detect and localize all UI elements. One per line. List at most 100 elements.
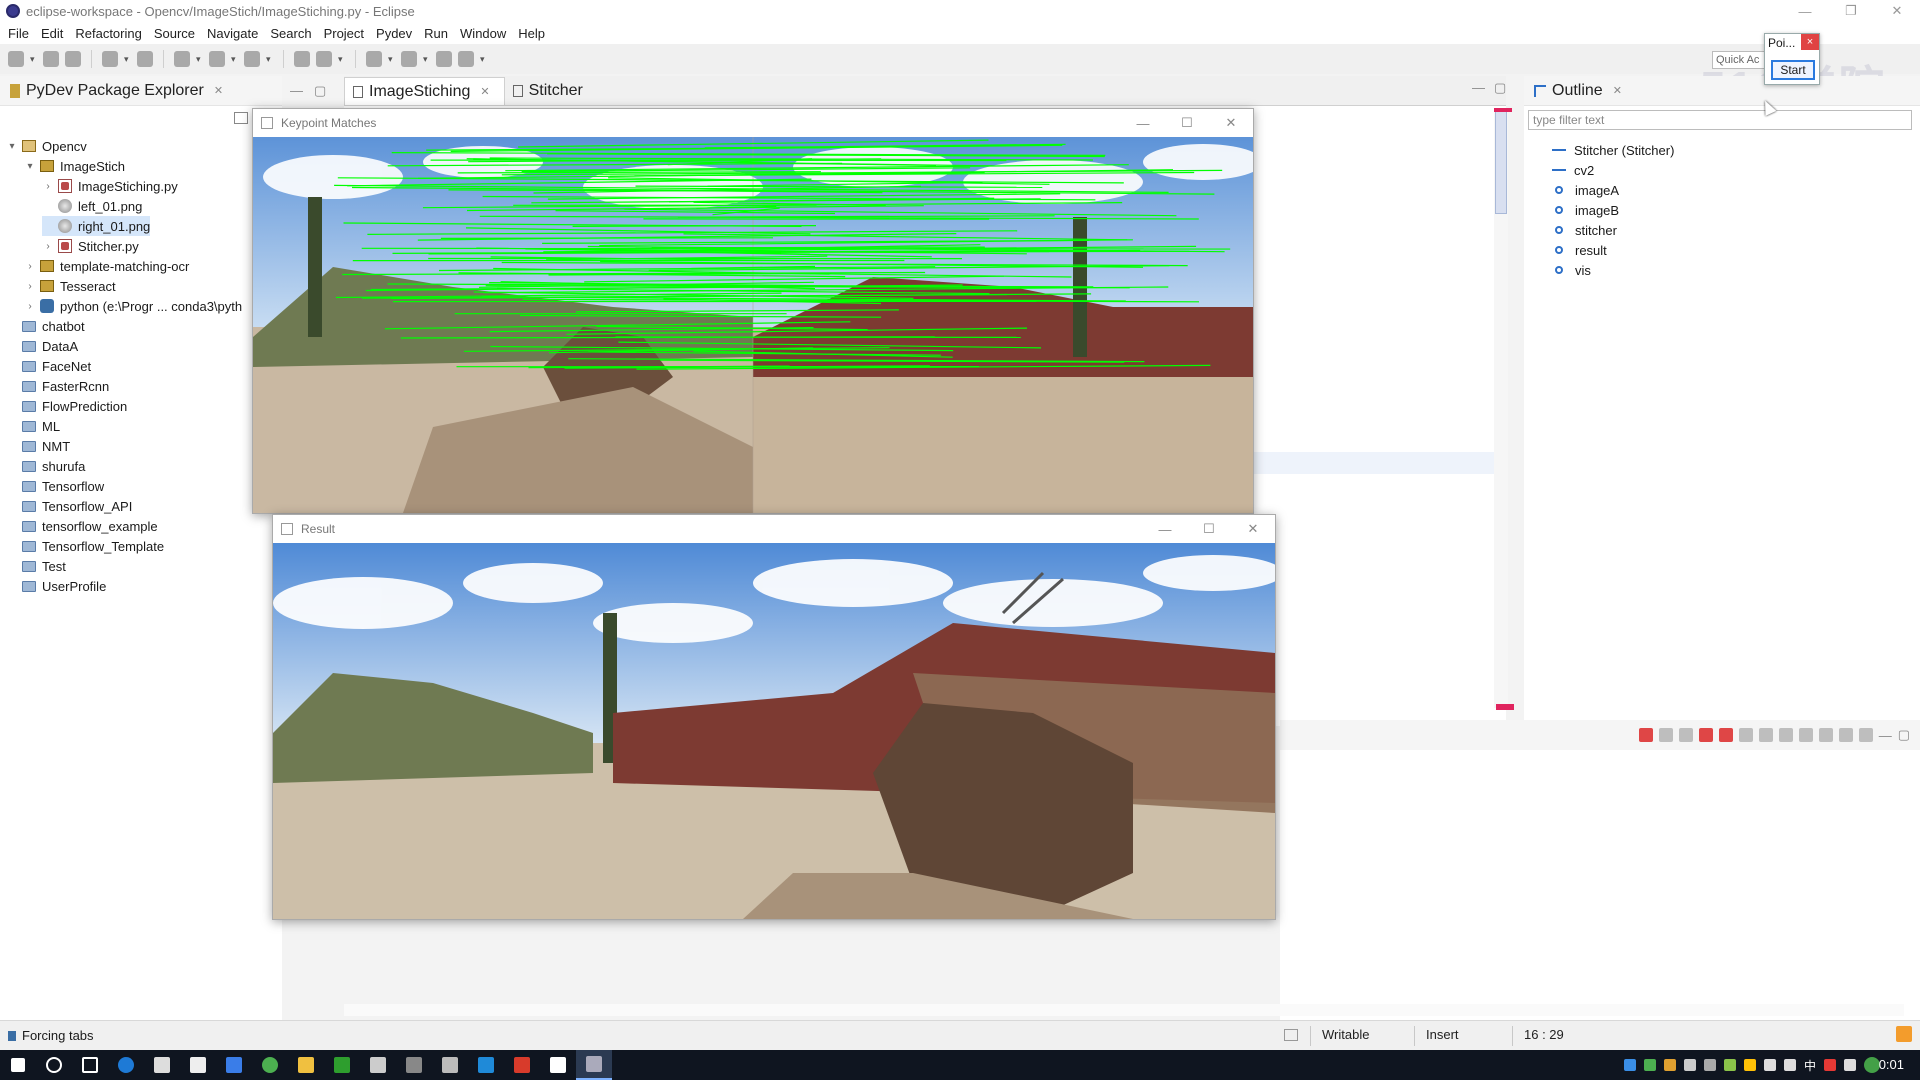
minimize-icon[interactable]: — [1121,109,1165,137]
brush-icon[interactable] [316,51,332,67]
taskbar-mail[interactable] [180,1050,216,1080]
close-icon[interactable]: ✕ [1231,515,1275,543]
chevron-down-icon[interactable]: ▾ [388,51,395,67]
tab-stitcher[interactable]: Stitcher [505,77,597,105]
pin-console-icon[interactable] [1798,728,1813,742]
menu-project[interactable]: Project [320,26,372,41]
tray-icon[interactable] [1623,1059,1636,1071]
expand-toggle-icon[interactable]: ▾ [6,141,18,152]
forward-icon[interactable] [458,51,474,67]
chevron-down-icon[interactable]: ▾ [266,51,273,67]
tree-item[interactable]: UserProfile [6,576,106,596]
start-button[interactable] [0,1050,36,1080]
close-icon[interactable]: ✕ [1209,109,1253,137]
window-titlebar[interactable]: Result [273,515,1275,543]
scrollbar-thumb[interactable] [1495,110,1507,214]
close-icon[interactable]: ✕ [1613,84,1622,97]
error-marker[interactable] [1496,704,1514,710]
notification-icon[interactable] [1896,1026,1912,1042]
expand-toggle-icon[interactable]: › [24,261,36,272]
taskbar-eclipse[interactable] [576,1050,612,1080]
tray-icon[interactable] [1824,1059,1836,1071]
remove-launch-icon[interactable] [1658,728,1673,742]
tree-item[interactable]: Tensorflow [6,476,104,496]
maximize-icon[interactable]: ☐ [1165,109,1209,137]
maximize-view-icon[interactable]: ▢ [314,83,326,99]
back-icon[interactable] [436,51,452,67]
package-icon[interactable] [137,51,153,67]
close-icon[interactable]: ✕ [1874,0,1920,22]
volume-icon[interactable] [1783,1059,1796,1071]
expand-toggle-icon[interactable]: ▾ [24,161,36,172]
outline-item[interactable]: cv2 [1552,160,1594,180]
tab-imagestiching[interactable]: ImageStiching ✕ [344,77,505,105]
filter-input[interactable]: type filter text [1528,110,1912,130]
taskbar-app[interactable] [504,1050,540,1080]
outline-item[interactable]: imageB [1552,200,1619,220]
menu-search[interactable]: Search [266,26,319,41]
task-view-button[interactable] [72,1050,108,1080]
console-hscroll[interactable] [344,1004,1904,1016]
tree-item[interactable]: › Tesseract [24,276,115,296]
tray-icon[interactable] [1844,1059,1856,1071]
remove-all-icon[interactable] [1678,728,1693,742]
save-all-icon[interactable] [65,51,81,67]
menu-edit[interactable]: Edit [37,26,71,41]
expand-toggle-icon[interactable]: › [42,181,54,192]
chevron-down-icon[interactable]: ▾ [423,51,430,67]
taskbar-edge[interactable] [108,1050,144,1080]
taskbar-app[interactable] [396,1050,432,1080]
expand-toggle-icon[interactable]: › [24,281,36,292]
tree-item[interactable]: right_01.png [42,216,151,236]
outline-item[interactable]: vis [1552,260,1591,280]
debug-icon[interactable] [174,51,190,67]
tree-item[interactable]: NMT [6,436,70,456]
window-titlebar[interactable]: Keypoint Matches [253,109,1253,137]
tree-item[interactable]: Tensorflow_API [6,496,132,516]
minimize-view-icon[interactable]: — [290,83,303,98]
taskbar-explorer[interactable] [288,1050,324,1080]
tray-icon[interactable] [1743,1059,1756,1071]
outline-tab[interactable]: Outline ✕ [1524,76,1920,106]
chevron-down-icon[interactable]: ▾ [124,51,131,67]
new-icon[interactable] [8,51,24,67]
tree-item[interactable]: tensorflow_example [6,516,158,536]
taskbar-app[interactable] [324,1050,360,1080]
maximize-view-icon[interactable]: ▢ [1898,727,1910,743]
tree-item[interactable]: FasterRcnn [6,376,109,396]
menu-run[interactable]: Run [420,26,456,41]
chevron-down-icon[interactable]: ▾ [196,51,203,67]
tray-icon[interactable] [1683,1059,1696,1071]
taskbar-app[interactable] [432,1050,468,1080]
outline-item[interactable]: Stitcher (Stitcher) [1552,140,1674,160]
chevron-down-icon[interactable]: ▾ [30,51,37,67]
chevron-down-icon[interactable]: ▾ [480,51,487,67]
tray-icon[interactable] [1703,1059,1716,1071]
editor-maximize-icon[interactable]: ▢ [1494,80,1506,96]
menu-help[interactable]: Help [514,26,553,41]
tree-item[interactable]: › Stitcher.py [42,236,138,256]
tray-icon[interactable] [1663,1059,1676,1071]
tree-item[interactable]: › ImageStiching.py [42,176,177,196]
maximize-icon[interactable]: ☐ [1187,515,1231,543]
tree-item[interactable]: › python (e:\Progr ... conda3\pyth [24,296,242,316]
outline-item[interactable]: imageA [1552,180,1619,200]
external-tools-icon[interactable] [244,51,260,67]
maximize-icon[interactable]: ❐ [1828,0,1874,22]
taskbar-app[interactable] [360,1050,396,1080]
tree-item[interactable]: chatbot [6,316,85,336]
package-explorer-tab[interactable]: PyDev Package Explorer ✕ — ▢ [0,76,326,106]
chevron-down-icon[interactable]: ▾ [338,51,345,67]
taskbar-app[interactable] [216,1050,252,1080]
prev-annotation-icon[interactable] [401,51,417,67]
terminate-icon[interactable] [1638,728,1653,742]
save-icon[interactable] [43,51,59,67]
next-annotation-icon[interactable] [366,51,382,67]
tray-icon[interactable] [1643,1059,1656,1071]
clock[interactable]: 0:01 [1879,1057,1904,1072]
taskbar-store[interactable] [144,1050,180,1080]
taskbar-app[interactable] [468,1050,504,1080]
tree-item[interactable]: left_01.png [42,196,142,216]
network-icon[interactable] [1763,1059,1776,1071]
run-icon[interactable] [209,51,225,67]
